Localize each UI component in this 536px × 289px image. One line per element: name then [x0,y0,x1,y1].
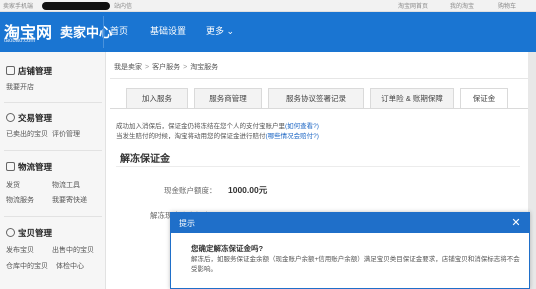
sidebar-link-items-in-warehouse[interactable]: 仓库中的宝贝 [6,261,48,271]
cash-balance-label: 现金账户额度： [164,186,217,195]
sidebar-divider [4,102,102,103]
how-to-view-link[interactable]: (如何查看?) [285,123,319,130]
message-link[interactable]: 站内信 [114,1,132,10]
taobao-logo-sub: taobao.com [4,38,36,44]
sidebar-link-sold-items[interactable]: 已卖出的宝贝 [6,129,48,139]
breadcrumb-taobao-service: 淘宝服务 [190,64,219,71]
breadcrumb-sep: > [145,64,150,71]
dialog-description: 解冻后，如服务保证金余额（现金账户余额+信用账户余额）满足宝贝类目保证金要求，店… [191,256,520,273]
top-utility-bar: 卖家手机端 站内信 淘宝网首页 我的淘宝 购物车 [0,0,536,12]
cart-link[interactable]: 购物车 [498,1,516,10]
my-taobao-link[interactable]: 我的淘宝 [450,1,474,10]
section-divider [116,166,520,167]
dialog-title: 提示 [179,219,195,228]
sidebar-section-items[interactable]: 宝贝管理 [6,227,52,239]
sidebar-link-send-express[interactable]: 我要寄快递 [52,195,87,205]
breadcrumb-divider [110,78,536,79]
tab-divider [110,108,536,109]
notice-line-2: 当发生赔付的时候，淘宝将动用您的保证金进行赔付(哪些情况会赔付?) [116,133,319,140]
cash-balance-value: 1000.00元 [228,185,268,195]
trade-icon [6,113,15,122]
nav-more[interactable]: 更多 ⌄ [206,24,234,37]
sidebar-link-publish-item[interactable]: 发布宝贝 [6,245,34,255]
sidebar-link-ship[interactable]: 发货 [6,180,20,190]
sidebar-link-items-on-sale[interactable]: 出售中的宝贝 [52,245,94,255]
sidebar-link-logistics-tools[interactable]: 物流工具 [52,180,80,190]
sidebar-link-health-center[interactable]: 体检中心 [56,261,84,271]
compensation-cases-link[interactable]: (哪些情况会赔付?) [266,133,319,140]
shop-icon [6,66,15,75]
header-divider [103,16,104,48]
dialog-header: 提示 ✕ [171,213,529,233]
close-icon[interactable]: ✕ [509,216,523,230]
breadcrumb-sep: > [183,64,188,71]
tab-agreement-records[interactable]: 服务协议签署记录 [268,88,364,108]
nav-basic-settings[interactable]: 基础设置 [150,24,186,37]
sidebar-link-reviews[interactable]: 评价管理 [52,129,80,139]
breadcrumb-customer-service[interactable]: 客户服务 [152,64,180,71]
sidebar-link-open-shop[interactable]: 我要开店 [6,82,34,92]
sidebar-divider [4,216,102,217]
sidebar-section-shop[interactable]: 店铺管理 [6,65,52,77]
notice-line-1: 成功加入消保后，保证金仍将冻结在您个人的支付宝账户里(如何查看?) [116,123,319,130]
taobao-home-link[interactable]: 淘宝网首页 [398,1,428,10]
sidebar: 店铺管理 我要开店 交易管理 已卖出的宝贝 评价管理 物流管理 发货 物流工具 … [0,52,106,289]
items-icon [6,228,15,237]
sidebar-link-logistics-service[interactable]: 物流服务 [6,195,34,205]
sidebar-section-trade[interactable]: 交易管理 [6,112,52,124]
breadcrumb: 我是卖家 > 客户服务 > 淘宝服务 [114,62,218,72]
seller-header: 淘宝网 taobao.com 卖家中心 首页 基础设置 更多 ⌄ [0,12,536,52]
mobile-seller-link[interactable]: 卖家手机端 [3,1,33,10]
redacted-username [42,2,110,10]
sidebar-divider [4,150,102,151]
section-title: 解冻保证金 [120,154,170,165]
tab-join-service[interactable]: 加入服务 [126,88,188,108]
logistics-icon [6,162,15,171]
seller-center-title: 卖家中心 [60,25,113,40]
breadcrumb-seller[interactable]: 我是卖家 [114,64,142,71]
tab-order-insurance[interactable]: 订单险 & 账期保障 [370,88,454,108]
dialog-question: 您确定解冻保证金吗? [191,244,264,253]
sidebar-section-logistics[interactable]: 物流管理 [6,161,52,173]
nav-home[interactable]: 首页 [110,24,128,37]
tab-provider-management[interactable]: 服务商管理 [194,88,262,108]
tab-deposit[interactable]: 保证金 [460,88,508,109]
confirm-dialog: 提示 ✕ 您确定解冻保证金吗? 解冻后，如服务保证金余额（现金账户余额+信用账户… [170,212,530,289]
